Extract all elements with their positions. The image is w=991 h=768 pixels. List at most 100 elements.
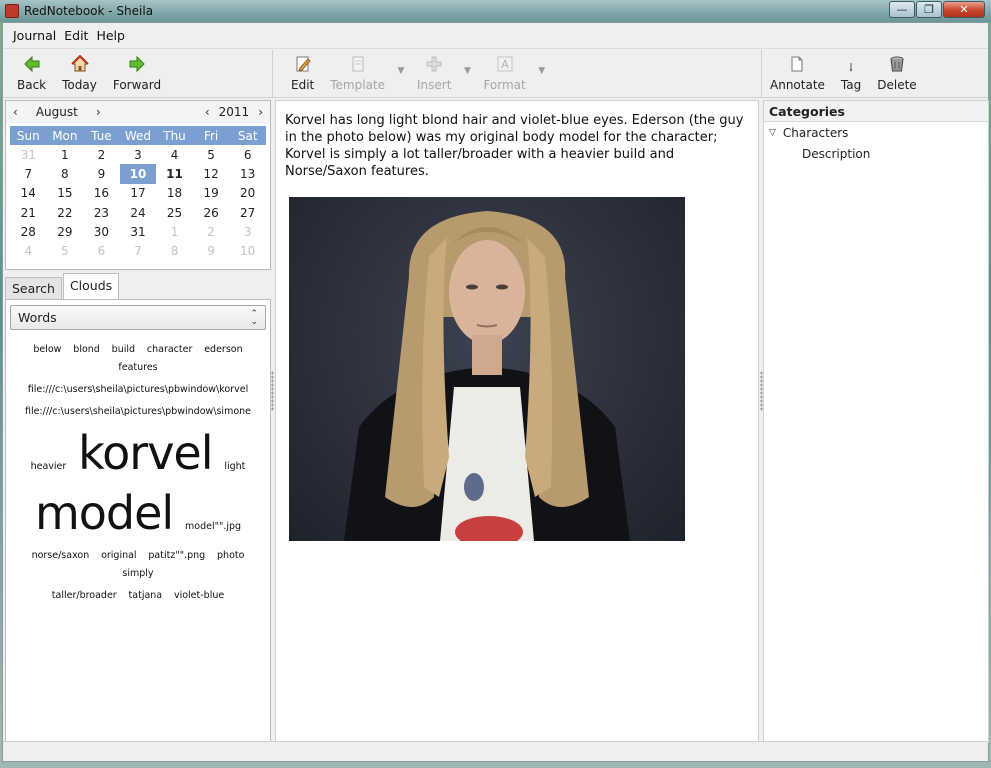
calendar-header: ‹ August › ‹ 2011 ›	[6, 101, 270, 123]
today-button[interactable]: Today	[54, 50, 105, 97]
calendar-day[interactable]: 31	[10, 145, 47, 164]
calendar-day[interactable]: 7	[10, 164, 47, 183]
cloud-word[interactable]: build	[112, 344, 135, 355]
cloud-word[interactable]: below	[33, 344, 61, 355]
calendar-day[interactable]: 12	[193, 164, 230, 183]
calendar-day[interactable]: 22	[47, 203, 84, 222]
left-splitter[interactable]	[271, 371, 274, 411]
cloud-type-select[interactable]: Words ⌃ ⌄	[10, 305, 266, 330]
cloud-word[interactable]: light	[224, 461, 245, 472]
cloud-word-large[interactable]: model	[35, 486, 174, 540]
cloud-word[interactable]: heavier	[31, 461, 67, 472]
back-button[interactable]: Back	[9, 50, 54, 97]
format-dropdown-icon[interactable]: ▼	[534, 50, 550, 97]
template-button[interactable]: Template	[322, 50, 393, 97]
forward-button[interactable]: Forward	[105, 50, 169, 97]
cloud-word[interactable]: violet-blue	[174, 590, 224, 601]
insert-button[interactable]: Insert	[409, 50, 459, 97]
calendar-day[interactable]: 19	[193, 184, 230, 203]
prev-year-button[interactable]: ‹	[202, 105, 213, 119]
calendar-day[interactable]: 8	[47, 164, 84, 183]
calendar-day[interactable]: 4	[156, 145, 193, 164]
calendar-day[interactable]: 9	[193, 241, 230, 260]
cloud-word[interactable]: photo	[217, 550, 244, 561]
calendar-day[interactable]: 11	[156, 164, 193, 183]
calendar-day[interactable]: 10	[229, 241, 266, 260]
weekday-row: Sun Mon Tue Wed Thu Fri Sat	[10, 126, 266, 145]
select-arrows-icon: ⌃ ⌄	[250, 308, 258, 327]
entry-text[interactable]: Korvel has long light blond hair and vio…	[276, 101, 758, 180]
tab-clouds[interactable]: Clouds	[62, 273, 120, 299]
edit-button[interactable]: Edit	[283, 50, 322, 97]
calendar-day[interactable]: 3	[120, 145, 157, 164]
weekday-label: Thu	[156, 126, 193, 145]
calendar-day[interactable]: 5	[47, 241, 84, 260]
calendar-day[interactable]: 31	[120, 222, 157, 241]
prev-month-button[interactable]: ‹	[10, 105, 21, 119]
cloud-word[interactable]: tatjana	[129, 590, 163, 601]
close-button[interactable]: ✕	[943, 1, 985, 18]
entry-pane[interactable]: Korvel has long light blond hair and vio…	[275, 100, 759, 743]
annotate-button[interactable]: Annotate	[762, 50, 833, 97]
format-button[interactable]: A Format	[475, 50, 533, 97]
calendar-day[interactable]: 30	[83, 222, 120, 241]
calendar-day[interactable]: 16	[83, 184, 120, 203]
calendar-day[interactable]: 23	[83, 203, 120, 222]
cloud-word[interactable]: patitz"".png	[148, 550, 205, 561]
calendar-day[interactable]: 29	[47, 222, 84, 241]
delete-button[interactable]: Delete	[869, 50, 924, 97]
category-item-characters[interactable]: ▽ Characters	[764, 122, 988, 143]
cloud-word[interactable]: model"".jpg	[185, 521, 241, 532]
calendar-day[interactable]: 7	[120, 241, 157, 260]
cloud-word[interactable]: norse/saxon	[32, 550, 90, 561]
tab-search[interactable]: Search	[5, 277, 62, 299]
cloud-word[interactable]: simply	[122, 568, 153, 579]
cloud-word[interactable]: ederson	[204, 344, 242, 355]
expand-triangle-icon[interactable]: ▽	[769, 128, 776, 138]
calendar-day[interactable]: 13	[229, 164, 266, 183]
calendar-day[interactable]: 21	[10, 203, 47, 222]
calendar-day[interactable]: 1	[47, 145, 84, 164]
insert-dropdown-icon[interactable]: ▼	[459, 50, 475, 97]
calendar-day[interactable]: 2	[83, 145, 120, 164]
menu-journal[interactable]: Journal	[9, 28, 60, 43]
cloud-word[interactable]: file:///c:\users\sheila\pictures\pbwindo…	[25, 406, 251, 417]
calendar-day[interactable]: 3	[229, 222, 266, 241]
calendar-day[interactable]: 1	[156, 222, 193, 241]
weekday-label: Fri	[192, 126, 230, 145]
menu-edit[interactable]: Edit	[60, 28, 92, 43]
calendar-day[interactable]: 24	[120, 203, 157, 222]
calendar-day[interactable]: 6	[229, 145, 266, 164]
cloud-word[interactable]: file:///c:\users\sheila\pictures\pbwindo…	[28, 384, 249, 395]
calendar-day[interactable]: 17	[120, 184, 157, 203]
tag-button[interactable]: Tag	[833, 50, 869, 97]
calendar-day[interactable]: 2	[193, 222, 230, 241]
minimize-button[interactable]: —	[889, 1, 915, 18]
category-item-description[interactable]: Description	[764, 143, 988, 164]
cloud-word[interactable]: features	[118, 362, 157, 373]
calendar-day[interactable]: 6	[83, 241, 120, 260]
next-month-button[interactable]: ›	[93, 105, 104, 119]
calendar-day[interactable]: 28	[10, 222, 47, 241]
calendar-day[interactable]: 9	[83, 164, 120, 183]
calendar-day[interactable]: 20	[229, 184, 266, 203]
calendar-day[interactable]: 14	[10, 184, 47, 203]
template-dropdown-icon[interactable]: ▼	[393, 50, 409, 97]
calendar-day[interactable]: 18	[156, 184, 193, 203]
calendar-day[interactable]: 27	[229, 203, 266, 222]
cloud-word[interactable]: taller/broader	[52, 590, 117, 601]
calendar-day[interactable]: 25	[156, 203, 193, 222]
calendar-day[interactable]: 5	[193, 145, 230, 164]
menu-help[interactable]: Help	[92, 28, 129, 43]
calendar-day[interactable]: 4	[10, 241, 47, 260]
maximize-button[interactable]: ❐	[916, 1, 942, 18]
next-year-button[interactable]: ›	[255, 105, 266, 119]
calendar-day[interactable]: 26	[193, 203, 230, 222]
cloud-word[interactable]: original	[101, 550, 137, 561]
cloud-word[interactable]: blond	[73, 344, 100, 355]
cloud-word[interactable]: character	[147, 344, 193, 355]
calendar-day[interactable]: 8	[156, 241, 193, 260]
cloud-word-large[interactable]: korvel	[78, 426, 213, 480]
calendar-day[interactable]: 10	[119, 164, 157, 184]
calendar-day[interactable]: 15	[47, 184, 84, 203]
